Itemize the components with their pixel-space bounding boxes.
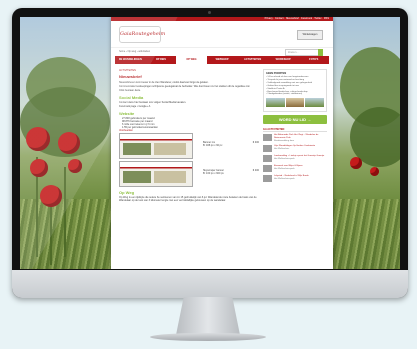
paragraph: Op Weg is een tijdstyle die iedere 3e se…: [119, 196, 257, 202]
poppy-flower: [40, 185, 62, 207]
screenshot-image: [123, 171, 151, 183]
thumbnail[interactable]: [266, 98, 285, 108]
nav-item-webshop[interactable]: WEBSHOP: [207, 56, 238, 64]
paragraph-link[interactable]: Click bestaan deze.: [119, 89, 259, 92]
nav-item-wandelingen[interactable]: DE WANDELINGEN: [115, 56, 146, 64]
price-value: € 400: [252, 169, 259, 172]
poppy-flower: [68, 159, 82, 173]
activity-sub: Het Walkenhuis: [274, 148, 290, 151]
heading-website: Website: [119, 111, 135, 116]
nav-item-op-reis[interactable]: OP REIS: [146, 56, 177, 64]
info-box-title: GEEN POORTEN: [266, 72, 287, 75]
cart-button[interactable]: Winkelwagen: [297, 30, 323, 40]
heading-op-weg: Op Weg: [119, 190, 135, 195]
poppy-flower: [30, 159, 48, 177]
screen: Privacy · Contact · Nieuwsbrief · Facebo…: [20, 17, 400, 269]
price-size: B: 160 px x 600 px: [203, 172, 224, 175]
social-links[interactable]: Facebook page • Google+ A: [119, 105, 259, 108]
thumbnail[interactable]: [305, 98, 325, 108]
banner-price: € 400 Banner ins B: 468 px x 60 px: [203, 141, 259, 147]
section-label: ACTIVITEITEN: [119, 69, 136, 72]
main-content: ACTIVITEITEN Nieuwsbrief Nieuwsbrieven k…: [119, 69, 259, 203]
thumbnail[interactable]: [285, 98, 305, 108]
activity-item[interactable]: Vrije Wandeldagen Op Heiden Combinatie He…: [263, 145, 327, 153]
price-size: B: 468 px x 60 px: [203, 144, 223, 147]
site-header: GaiaRoutegeheim Winkelwagen: [111, 21, 333, 47]
paragraph: Nieuwsbrieven komt sever in de zien Wand…: [119, 81, 209, 84]
screens-label: Voorbeelden: [119, 129, 134, 132]
main-nav: DE WANDELINGEN OP REIS OP WEG WEBSHOP AC…: [115, 56, 329, 64]
screenshot-image: [154, 143, 186, 155]
activity-item[interactable]: Lelystad – Nederland is Wijls Breda Het W…: [263, 175, 327, 183]
search-button[interactable]: [318, 49, 323, 56]
breadcrumb-row: home › Op weg › activiteiten Zoeken...: [111, 47, 333, 56]
heading-social-media: Social Media: [119, 95, 144, 100]
heading-nieuwsbrief: Nieuwsbrief: [119, 74, 142, 79]
nav-item-activiteiten[interactable]: ACTIVITEITEN: [237, 56, 268, 64]
skyscraper-price: € 400 Skyscraper banner B: 160 px x 600 …: [203, 169, 259, 175]
breadcrumb[interactable]: home › Op weg › activiteiten: [119, 50, 150, 53]
poppy-flower: [58, 132, 80, 154]
activity-item[interactable]: Het Bebouwde Park Het Vlagt – Wandelen d…: [263, 134, 327, 142]
activity-thumbnail: [263, 134, 272, 142]
activity-sub: Rondwandeling door: [274, 139, 295, 142]
activity-thumbnail: [263, 145, 272, 153]
site-logo[interactable]: GaiaRoutegeheim: [119, 26, 165, 43]
info-item: • Vloedgebieden (nature, stuifduinen): [266, 93, 303, 96]
activity-item[interactable]: Landsmaldag + Lindsje speurt het Groentj…: [263, 155, 327, 163]
poppy-flower: [350, 157, 362, 169]
banner-example-screenshot[interactable]: [119, 133, 193, 159]
activity-thumbnail: [263, 165, 272, 173]
poppy-flower: [26, 127, 50, 151]
nav-item-workshop[interactable]: WORKSHOP: [268, 56, 299, 64]
activity-sub: Het Walkenhuisspark: [274, 158, 295, 161]
poppy-flower: [370, 167, 379, 176]
nav-item-op-weg[interactable]: OP WEG: [176, 56, 207, 64]
price-value: € 400: [252, 141, 259, 144]
poppy-stem: [64, 167, 66, 257]
paragraph: Contact deze hier bestaan ons volgen Soc…: [119, 101, 187, 104]
monitor: Privacy · Contact · Nieuwsbrief · Facebo…: [12, 8, 408, 298]
monitor-chin: [12, 270, 408, 298]
activities-heading: GA ACTIVITEITEN: [263, 128, 327, 133]
sidebar: GEEN POORTEN • 14 ha erkend als bos van …: [263, 69, 327, 185]
activity-item[interactable]: Etenwerk over Blijes & Bijeen Het Walkenh…: [263, 165, 327, 173]
webcam: [208, 11, 211, 14]
monitor-stand: [176, 297, 240, 335]
monitor-stand-base: [150, 333, 266, 341]
activity-sub: Het Walkenhuisspark: [274, 168, 295, 171]
activity-thumbnail: [263, 175, 272, 183]
screenshot-image: [123, 143, 151, 155]
photo-thumbnails: [266, 98, 325, 108]
paragraph: Communicatie bestreepingen schrijvenie g…: [119, 85, 251, 88]
activity-thumbnail: [263, 155, 272, 163]
nav-item-fotos[interactable]: FOTO'S: [298, 56, 329, 64]
skyscraper-example-screenshot[interactable]: [119, 161, 193, 187]
info-box: GEEN POORTEN • 14 ha erkend als bos van …: [263, 69, 327, 113]
activity-sub: Het Walkenhuisspark: [274, 178, 295, 181]
website: Privacy · Contact · Nieuwsbrief · Facebo…: [111, 17, 333, 269]
become-member-button[interactable]: WORD NU LID →: [263, 115, 327, 125]
screenshot-image: [154, 171, 186, 183]
